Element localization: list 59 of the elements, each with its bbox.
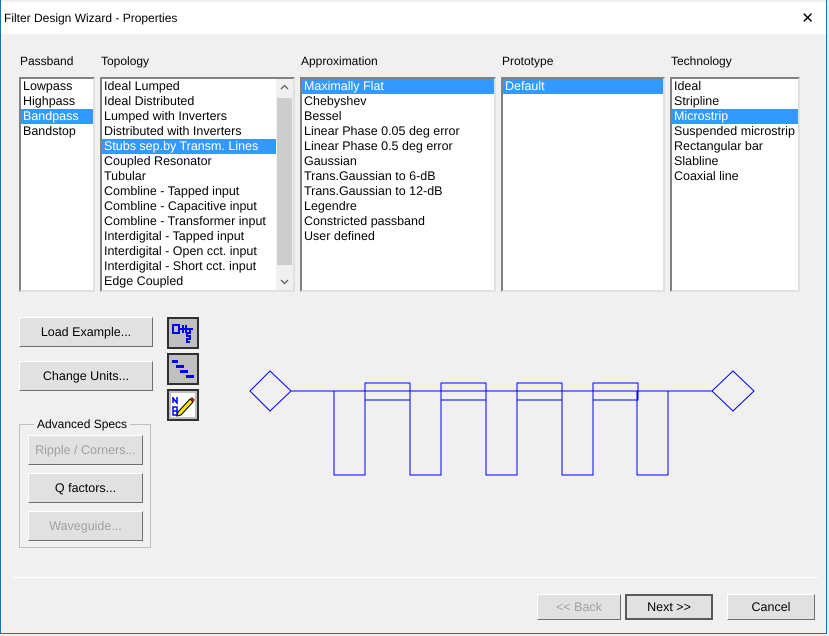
list-item[interactable]: Interdigital - Open cct. input: [102, 244, 276, 259]
list-item[interactable]: Rectangular bar: [672, 139, 798, 154]
close-button[interactable]: ✕: [797, 9, 818, 27]
scroll-thumb[interactable]: [277, 98, 292, 265]
list-item[interactable]: Legendre: [302, 199, 494, 214]
scroll-down-icon[interactable]: [280, 280, 288, 284]
list-item[interactable]: Linear Phase 0.5 deg error: [302, 139, 494, 154]
list-item[interactable]: User defined: [302, 229, 494, 244]
list-item[interactable]: Ideal Distributed: [102, 94, 276, 109]
list-item[interactable]: Slabline: [672, 154, 798, 169]
list-item[interactable]: Lumped with Inverters: [102, 109, 276, 124]
list-item[interactable]: Coaxial line: [672, 169, 798, 184]
list-item[interactable]: Suspended microstrip: [672, 124, 798, 139]
tool-button[interactable]: [167, 317, 199, 349]
list-item[interactable]: Trans.Gaussian to 6-dB: [302, 169, 494, 184]
nav-button[interactable]: Next >>: [625, 594, 713, 620]
dialog-button[interactable]: Change Units...: [19, 361, 153, 391]
scroll-up-icon[interactable]: [280, 84, 288, 90]
list-item[interactable]: Distributed with Inverters: [102, 124, 276, 139]
list-item[interactable]: Chebyshev: [302, 94, 494, 109]
list-item[interactable]: Gaussian: [302, 154, 494, 169]
column-label: Technology: [670, 54, 733, 68]
list-item[interactable]: Ideal: [672, 79, 798, 94]
list-box[interactable]: Maximally Flat Chebyshev Bessel Linear Phase 0.05 deg error Linear Phase 0.5 deg error Gaussian Trans.Gaussian to 6-dB Trans.Gaussian to 12-dB Legendre Constricted passband User defined: [300, 77, 496, 292]
scrollbar[interactable]: [276, 79, 293, 290]
nav-button[interactable]: Cancel: [727, 594, 815, 620]
list-item[interactable]: Combline - Tapped input: [102, 184, 276, 199]
list-box[interactable]: [100, 77, 295, 292]
column-label: Topology: [100, 54, 150, 68]
column-label: Passband: [19, 54, 74, 68]
list-box[interactable]: Ideal Stripline Microstrip Suspended microstrip Rectangular bar Slabline Coaxial line: [670, 77, 800, 292]
list-item[interactable]: Trans.Gaussian to 12-dB: [302, 184, 494, 199]
list-item[interactable]: Combline - Transformer input: [102, 214, 276, 229]
column-label: Approximation: [300, 54, 379, 68]
tool-button[interactable]: [167, 389, 199, 421]
list-item[interactable]: Coupled Resonator: [102, 154, 276, 169]
list-item[interactable]: Combline - Capacitive input: [102, 199, 276, 214]
column-label: Prototype: [501, 54, 554, 68]
list-item[interactable]: Interdigital - Short cct. input: [102, 259, 276, 274]
schematic-icon: [171, 321, 195, 345]
list-item[interactable]: Ideal Lumped: [102, 79, 276, 94]
group-title: Advanced Specs: [36, 417, 128, 431]
list-item[interactable]: Interdigital - Tapped input: [102, 229, 276, 244]
window-title: Filter Design Wizard - Properties: [4, 11, 178, 25]
list-item[interactable]: Edge Coupled: [102, 274, 276, 289]
list-item[interactable]: Linear Phase 0.05 deg error: [302, 124, 494, 139]
list-item[interactable]: Lowpass: [21, 79, 93, 94]
list-item[interactable]: Stripline: [672, 94, 798, 109]
list-item[interactable]: Bandstop: [21, 124, 93, 139]
list-item[interactable]: Bessel: [302, 109, 494, 124]
list-item[interactable]: Highpass: [21, 94, 93, 109]
dialog-button[interactable]: Load Example...: [19, 317, 153, 347]
layout-icon: [171, 357, 195, 381]
list-item[interactable]: Tubular: [102, 169, 276, 184]
tool-button[interactable]: [167, 353, 199, 385]
list-item[interactable]: Constricted passband: [302, 214, 494, 229]
edit-pencil-icon: [170, 392, 196, 418]
list-box[interactable]: Lowpass Highpass Bandpass Bandstop: [19, 77, 95, 292]
spec-button[interactable]: Q factors...: [28, 473, 143, 503]
